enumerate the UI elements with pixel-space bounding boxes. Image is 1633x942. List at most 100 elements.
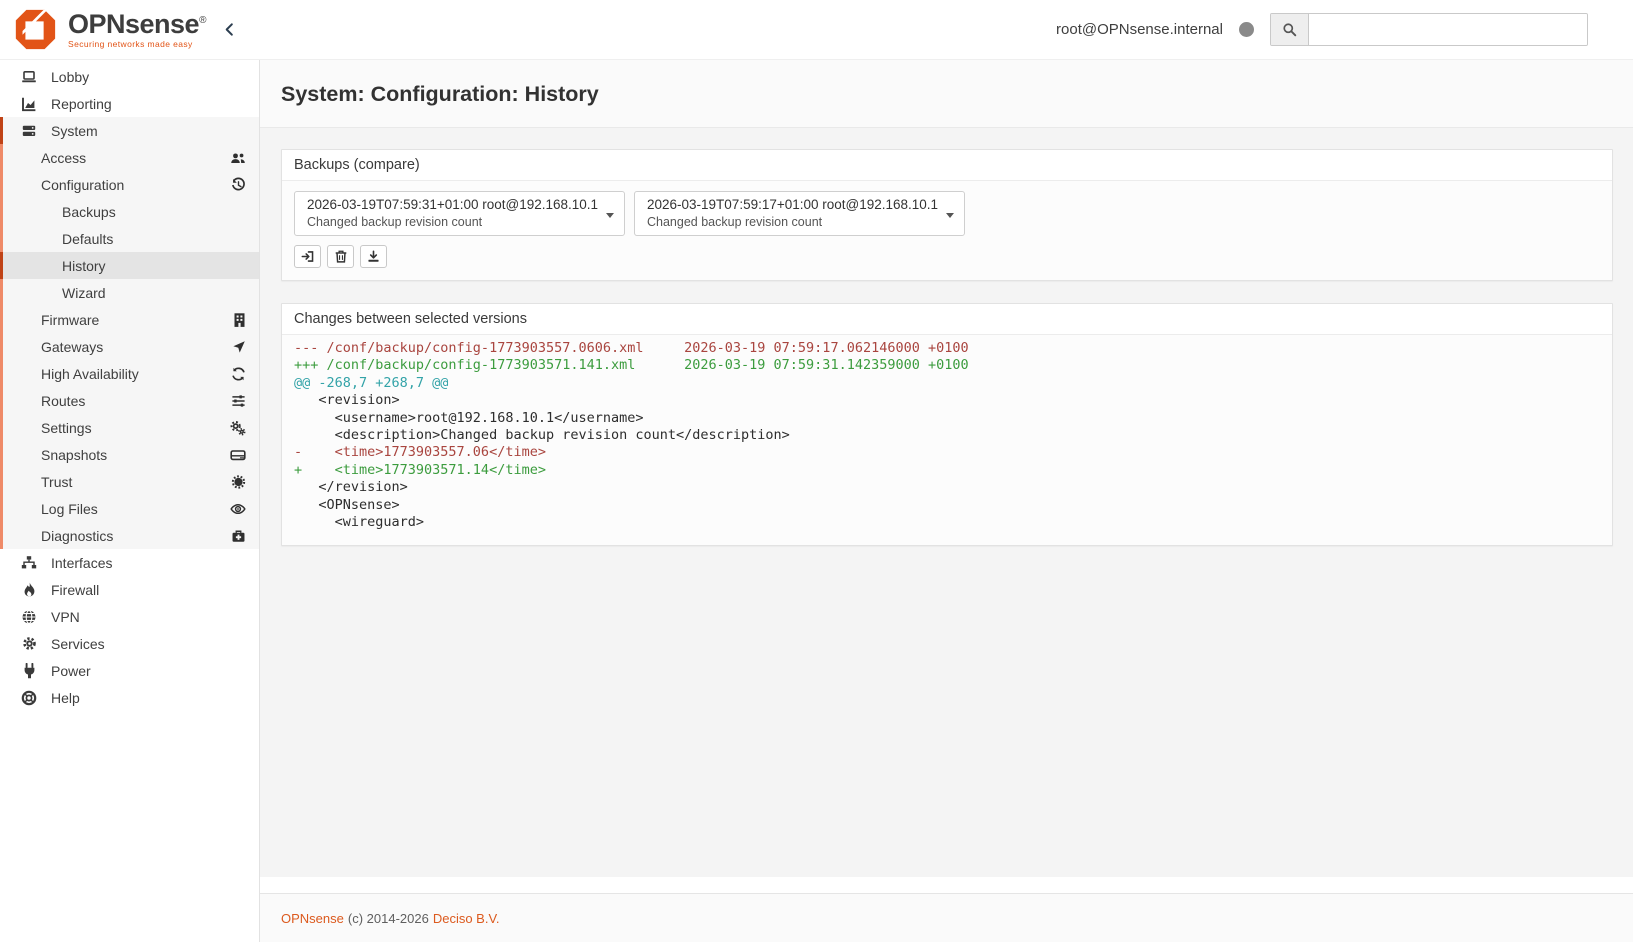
sidebar-item-label: Trust [41, 474, 72, 490]
sidebar-item-label: VPN [51, 609, 80, 625]
page-title: System: Configuration: History [281, 82, 1612, 107]
backup-select-b[interactable]: 2026-03-19T07:59:17+01:00 root@192.168.1… [634, 191, 965, 236]
sidebar-item-vpn[interactable]: VPN [0, 603, 259, 630]
backup-a-timestamp: 2026-03-19T07:59:31+01:00 root@192.168.1… [307, 197, 598, 212]
footer: OPNsense (c) 2014-2026 Deciso B.V. [260, 893, 1633, 942]
backup-select-a[interactable]: 2026-03-19T07:59:31+01:00 root@192.168.1… [294, 191, 625, 236]
diff-line: <wireguard> [294, 514, 1600, 531]
eye-icon [230, 502, 246, 515]
sidebar-item-log-files[interactable]: Log Files [0, 495, 259, 522]
sidebar-item-label: History [62, 258, 106, 274]
sidebar-item-label: Power [51, 663, 91, 679]
opnsense-logo-icon [12, 7, 58, 53]
sidebar-item-label: Configuration [41, 177, 124, 193]
sidebar-item-configuration[interactable]: Configuration [0, 171, 259, 198]
sidebar-item-trust[interactable]: Trust [0, 468, 259, 495]
sidebar-item-label: Lobby [51, 69, 89, 85]
restore-icon [301, 250, 314, 263]
top-header: OPNsense® Securing networks made easy ro… [0, 0, 1633, 60]
sidebar-item-firewall[interactable]: Firewall [0, 576, 259, 603]
laptop-icon [20, 69, 38, 85]
sidebar-item-settings[interactable]: Settings [0, 414, 259, 441]
logged-in-user[interactable]: root@OPNsense.internal [1056, 21, 1223, 38]
fire-icon [20, 582, 38, 598]
diff-line: <description>Changed backup revision cou… [294, 427, 1600, 444]
diff-panel: Changes between selected versions --- /c… [281, 303, 1613, 546]
sidebar-item-routes[interactable]: Routes [0, 387, 259, 414]
diff-line: <username>root@192.168.10.1</username> [294, 410, 1600, 427]
download-backup-button[interactable] [360, 245, 387, 268]
footer-deciso-link[interactable]: Deciso B.V. [433, 911, 500, 926]
restore-backup-button[interactable] [294, 245, 321, 268]
backups-compare-panel: Backups (compare) 2026-03-19T07:59:31+01… [281, 149, 1613, 281]
sidebar-item-label: Help [51, 690, 80, 706]
sliders-icon [231, 393, 246, 408]
global-search [1270, 13, 1588, 46]
sidebar-item-access[interactable]: Access [0, 144, 259, 171]
sidebar-item-label: Access [41, 150, 86, 166]
sidebar-item-firmware[interactable]: Firmware [0, 306, 259, 333]
sidebar-item-interfaces[interactable]: Interfaces [0, 549, 259, 576]
sidebar-item-history[interactable]: History [0, 252, 259, 279]
sidebar: Lobby Reporting System Access Configurat… [0, 60, 260, 942]
diff-line: + <time>1773903571.14</time> [294, 462, 1600, 479]
diff-line: +++ /conf/backup/config-1773903571.141.x… [294, 357, 1600, 374]
history-icon [231, 177, 246, 192]
location-arrow-icon [232, 340, 246, 354]
sidebar-item-label: High Availability [41, 366, 139, 382]
backup-b-timestamp: 2026-03-19T07:59:17+01:00 root@192.168.1… [647, 197, 938, 212]
content-area: Backups (compare) 2026-03-19T07:59:31+01… [260, 128, 1633, 877]
sitemap-icon [20, 555, 38, 571]
sidebar-item-system[interactable]: System [0, 117, 259, 144]
sidebar-item-backups[interactable]: Backups [0, 198, 259, 225]
diff-line: @@ -268,7 +268,7 @@ [294, 375, 1600, 392]
cog-icon [20, 636, 38, 652]
medkit-icon [231, 529, 246, 543]
diff-line: - <time>1773903557.06</time> [294, 444, 1600, 461]
sidebar-item-reporting[interactable]: Reporting [0, 90, 259, 117]
sidebar-item-label: Wizard [62, 285, 106, 301]
sidebar-item-snapshots[interactable]: Snapshots [0, 441, 259, 468]
caret-down-icon [606, 213, 614, 218]
search-input[interactable] [1309, 14, 1587, 45]
delete-backup-button[interactable] [327, 245, 354, 268]
sidebar-item-label: Interfaces [51, 555, 112, 571]
sidebar-item-label: Backups [62, 204, 116, 220]
certificate-icon [231, 474, 246, 489]
sidebar-item-label: Defaults [62, 231, 113, 247]
sidebar-item-label: Gateways [41, 339, 103, 355]
diff-line: <revision> [294, 392, 1600, 409]
sidebar-item-wizard[interactable]: Wizard [0, 279, 259, 306]
sidebar-item-gateways[interactable]: Gateways [0, 333, 259, 360]
caret-down-icon [946, 213, 954, 218]
sidebar-item-label: Reporting [51, 96, 112, 112]
sidebar-item-diagnostics[interactable]: Diagnostics [0, 522, 259, 549]
diff-output: --- /conf/backup/config-1773903557.0606.… [282, 335, 1612, 545]
sidebar-item-help[interactable]: Help [0, 684, 259, 711]
collapse-sidebar-icon[interactable] [222, 21, 237, 38]
sidebar-item-label: Log Files [41, 501, 98, 517]
delete-icon [335, 250, 347, 263]
sidebar-item-label: Settings [41, 420, 92, 436]
diff-line: </revision> [294, 479, 1600, 496]
backups-panel-title: Backups (compare) [282, 150, 1612, 181]
footer-opnsense-link[interactable]: OPNsense [281, 911, 344, 926]
logo-wordmark: OPNsense® [68, 11, 206, 38]
sidebar-item-label: Firewall [51, 582, 99, 598]
gears-icon [230, 420, 246, 435]
sidebar-item-power[interactable]: Power [0, 657, 259, 684]
sidebar-item-label: Snapshots [41, 447, 107, 463]
server-icon [20, 123, 38, 139]
opnsense-logo[interactable]: OPNsense® Securing networks made easy [12, 7, 206, 53]
building-icon [233, 312, 246, 327]
sidebar-item-label: Services [51, 636, 105, 652]
life-ring-icon [20, 690, 38, 706]
sidebar-item-services[interactable]: Services [0, 630, 259, 657]
diff-line: --- /conf/backup/config-1773903557.0606.… [294, 340, 1600, 357]
sidebar-item-defaults[interactable]: Defaults [0, 225, 259, 252]
diff-panel-title: Changes between selected versions [282, 304, 1612, 335]
sidebar-item-high-availability[interactable]: High Availability [0, 360, 259, 387]
diff-line: <OPNsense> [294, 497, 1600, 514]
sidebar-item-lobby[interactable]: Lobby [0, 63, 259, 90]
sidebar-item-label: Diagnostics [41, 528, 113, 544]
